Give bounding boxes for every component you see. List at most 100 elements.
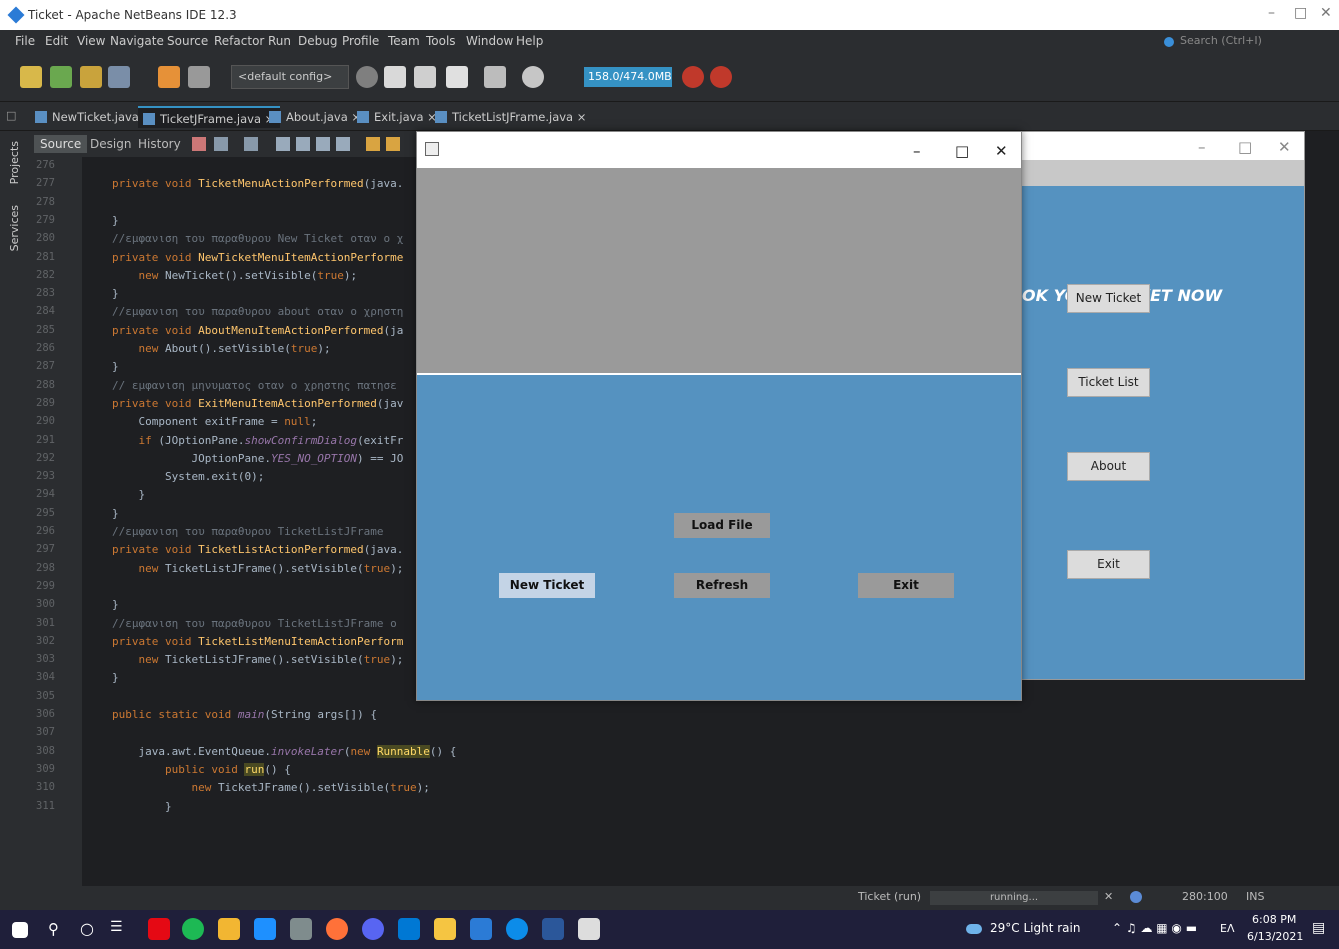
- editor-tool-icon[interactable]: [336, 137, 350, 151]
- projects-side-tab[interactable]: Projects: [8, 141, 21, 184]
- windows-start-icon[interactable]: [12, 922, 28, 938]
- cortana-icon[interactable]: ○: [80, 919, 94, 938]
- menu-edit[interactable]: Edit: [45, 34, 68, 48]
- restore-window-icon[interactable]: □: [6, 109, 16, 122]
- code-line[interactable]: System.exit(0);: [112, 470, 264, 483]
- code-line[interactable]: private void TicketListActionPerformed(j…: [112, 543, 403, 556]
- notification-center-icon[interactable]: ▤: [1312, 920, 1325, 936]
- redo-icon[interactable]: [188, 66, 210, 88]
- discord-icon[interactable]: [362, 918, 384, 940]
- code-line[interactable]: }: [112, 507, 119, 520]
- clock-date[interactable]: 6/13/2021: [1247, 930, 1303, 943]
- outlook-icon[interactable]: [398, 918, 420, 940]
- debug-icon[interactable]: [484, 66, 506, 88]
- store-icon[interactable]: [218, 918, 240, 940]
- open-project-icon[interactable]: [80, 66, 102, 88]
- code-line[interactable]: }: [112, 488, 145, 501]
- load-file-button[interactable]: Load File: [674, 513, 770, 538]
- new-file-icon[interactable]: [20, 66, 42, 88]
- editor-tool-icon[interactable]: [276, 137, 290, 151]
- history-mode-button[interactable]: History: [132, 135, 187, 153]
- cancel-task-icon[interactable]: ✕: [1104, 890, 1113, 903]
- code-line[interactable]: //εμφανιση του παραθυρου TicketListJFram…: [112, 617, 397, 630]
- menu-refactor[interactable]: Refactor: [214, 34, 264, 48]
- profile-icon[interactable]: [522, 66, 544, 88]
- save-all-icon[interactable]: [108, 66, 130, 88]
- exit-button[interactable]: Exit: [858, 573, 954, 598]
- exit-button[interactable]: Exit: [1067, 550, 1150, 579]
- maximize-icon[interactable]: □: [1294, 5, 1307, 21]
- menu-profile[interactable]: Profile: [342, 34, 379, 48]
- search-box[interactable]: Search (Ctrl+I): [1160, 34, 1332, 51]
- code-line[interactable]: //εμφανιση του παραθυρου about οταν ο χρ…: [112, 305, 403, 318]
- netbeans-taskbar-icon[interactable]: [470, 918, 492, 940]
- firefox-icon[interactable]: [326, 918, 348, 940]
- minimize-icon[interactable]: –: [1198, 138, 1206, 156]
- code-line[interactable]: //εμφανιση του παραθυρου TicketListJFram…: [112, 525, 384, 538]
- code-line[interactable]: private void TicketListMenuItemActionPer…: [112, 635, 403, 648]
- task-view-icon[interactable]: ☰: [110, 919, 123, 935]
- code-line[interactable]: }: [112, 360, 119, 373]
- spotify-icon[interactable]: [182, 918, 204, 940]
- code-line[interactable]: }: [112, 671, 119, 684]
- code-line[interactable]: new TicketJFrame().setVisible(true);: [112, 781, 429, 794]
- memory-indicator[interactable]: 158.0/474.0MB: [584, 67, 672, 87]
- clean-build-icon[interactable]: [414, 66, 436, 88]
- menu-source[interactable]: Source: [167, 34, 208, 48]
- code-line[interactable]: private void ExitMenuItemActionPerformed…: [112, 397, 403, 410]
- word-icon[interactable]: [542, 918, 564, 940]
- code-line[interactable]: new About().setVisible(true);: [112, 342, 331, 355]
- code-line[interactable]: }: [112, 214, 119, 227]
- notification-icon[interactable]: [1130, 891, 1142, 903]
- tab-ticketlistjframe[interactable]: TicketListJFrame.java ×: [430, 106, 592, 128]
- new-ticket-button[interactable]: New Ticket: [1067, 284, 1150, 313]
- menu-team[interactable]: Team: [388, 34, 420, 48]
- ticket-list-button[interactable]: Ticket List: [1067, 368, 1150, 397]
- netflix-icon[interactable]: [148, 918, 170, 940]
- menu-help[interactable]: Help: [516, 34, 543, 48]
- source-mode-button[interactable]: Source: [34, 135, 88, 153]
- close-icon[interactable]: ✕: [1278, 138, 1291, 156]
- code-line[interactable]: private void TicketMenuActionPerformed(j…: [112, 177, 403, 190]
- language-indicator[interactable]: ΕΛ: [1220, 922, 1234, 935]
- menu-tools[interactable]: Tools: [426, 34, 456, 48]
- maximize-icon[interactable]: □: [1238, 138, 1252, 156]
- code-line[interactable]: public void run() {: [112, 762, 291, 776]
- services-side-tab[interactable]: Services: [8, 205, 21, 251]
- code-line[interactable]: new TicketListJFrame().setVisible(true);: [112, 562, 404, 575]
- mail-icon[interactable]: [254, 918, 276, 940]
- minimize-icon[interactable]: –: [913, 142, 921, 160]
- code-line[interactable]: new NewTicket().setVisible(true);: [112, 269, 358, 282]
- undo-icon[interactable]: [158, 66, 180, 88]
- run-icon[interactable]: [446, 66, 468, 88]
- menu-window[interactable]: Window: [466, 34, 513, 48]
- search-icon[interactable]: ⚲: [48, 920, 59, 938]
- code-line[interactable]: }: [112, 598, 119, 611]
- new-ticket-button[interactable]: New Ticket: [499, 573, 595, 598]
- edge-icon[interactable]: [506, 918, 528, 940]
- app-icon[interactable]: [290, 918, 312, 940]
- code-line[interactable]: if (JOptionPane.showConfirmDialog(exitFr: [112, 434, 404, 447]
- menu-debug[interactable]: Debug: [298, 34, 337, 48]
- menu-file[interactable]: File: [15, 34, 35, 48]
- editor-tool-icon[interactable]: [244, 137, 258, 151]
- build-hammer-icon[interactable]: [384, 66, 406, 88]
- config-select[interactable]: <default config>: [231, 65, 349, 89]
- code-line[interactable]: public static void main(String args[]) {: [112, 708, 377, 721]
- about-button[interactable]: About: [1067, 452, 1150, 481]
- run-task-label[interactable]: Ticket (run): [858, 890, 921, 903]
- file-explorer-icon[interactable]: [434, 918, 456, 940]
- design-mode-button[interactable]: Design: [84, 135, 137, 153]
- code-line[interactable]: //εμφανιση του παραθυρου New Ticket οταν…: [112, 232, 403, 245]
- refresh-button[interactable]: Refresh: [674, 573, 770, 598]
- minimize-icon[interactable]: –: [1268, 5, 1275, 21]
- code-line[interactable]: }: [112, 287, 119, 300]
- new-project-icon[interactable]: [50, 66, 72, 88]
- editor-tool-icon[interactable]: [296, 137, 310, 151]
- code-line[interactable]: private void NewTicketMenuItemActionPerf…: [112, 251, 403, 264]
- code-line[interactable]: java.awt.EventQueue.invokeLater(new Runn…: [112, 744, 456, 758]
- editor-tool-icon[interactable]: [316, 137, 330, 151]
- close-icon[interactable]: ✕: [995, 142, 1008, 160]
- clock-time[interactable]: 6:08 PM: [1252, 913, 1296, 926]
- gc-icon-1[interactable]: [682, 66, 704, 88]
